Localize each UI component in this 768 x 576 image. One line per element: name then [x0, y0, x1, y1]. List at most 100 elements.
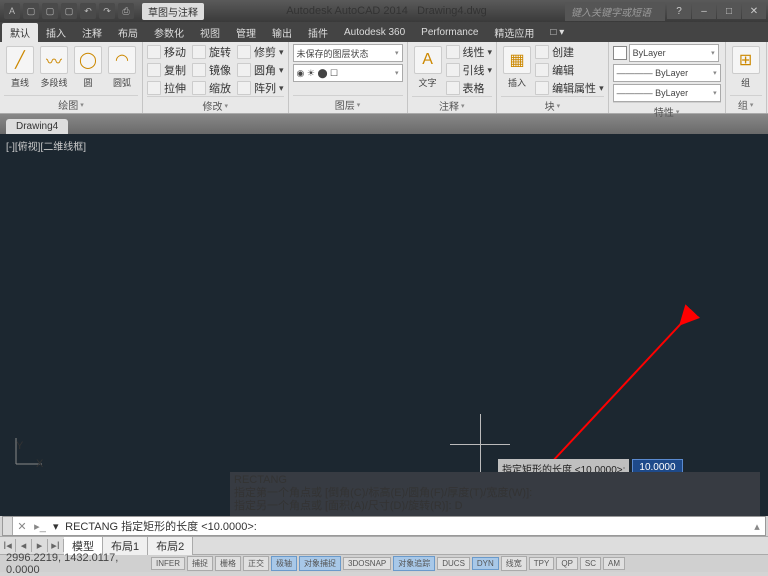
panel-group: ⊞组 组	[726, 42, 767, 113]
status-grid[interactable]: 栅格	[215, 556, 241, 571]
table-button[interactable]: 表格	[446, 80, 493, 96]
drawing-canvas[interactable]: [-][俯视][二维线框] 指定矩形的长度 <10.0000>: 10.0000…	[0, 134, 768, 516]
status-osnap[interactable]: 对象捕捉	[299, 556, 341, 571]
cmdline-grip[interactable]	[3, 517, 13, 535]
qat-new-icon[interactable]: ▢	[23, 3, 39, 19]
lineweight-dropdown[interactable]: ———— ByLayer	[613, 64, 721, 82]
tab-output[interactable]: 输出	[264, 23, 300, 42]
tab-manage[interactable]: 管理	[228, 23, 264, 42]
layer-dropdown[interactable]: ◉ ☀ ⬤ ☐	[293, 64, 403, 82]
status-3dosnap[interactable]: 3DOSNAP	[343, 557, 391, 570]
qat-open-icon[interactable]: ▢	[42, 3, 58, 19]
panel-label-modify[interactable]: 修改	[147, 96, 284, 114]
nav-first-icon[interactable]: I◂	[0, 539, 16, 552]
command-input[interactable]: ▾ RECTANG 指定矩形的长度 <10.0000>:	[49, 518, 749, 534]
trim-button[interactable]: 修剪▾	[237, 44, 284, 60]
nav-last-icon[interactable]: ▸I	[48, 539, 64, 552]
leader-button[interactable]: 引线▾	[446, 62, 493, 78]
file-tab[interactable]: Drawing4	[6, 119, 68, 134]
status-infer[interactable]: INFER	[151, 557, 185, 570]
coordinates-display[interactable]: 2996.2219, 1432.0117, 0.0000	[0, 552, 150, 576]
tab-performance[interactable]: Performance	[413, 25, 486, 40]
command-history: RECTANG 指定第一个角点或 [倒角(C)/标高(E)/圆角(F)/厚度(T…	[230, 472, 760, 516]
edit-attr-button[interactable]: 编辑属性▾	[535, 80, 604, 96]
panel-label-block[interactable]: 块	[501, 96, 604, 114]
status-sc[interactable]: SC	[580, 557, 601, 570]
tab-a360[interactable]: Autodesk 360	[336, 25, 413, 40]
copy-button[interactable]: 复制	[147, 62, 186, 78]
color-swatch[interactable]	[613, 46, 627, 60]
arc-button[interactable]: ◠圆弧	[106, 44, 138, 91]
qat-redo-icon[interactable]: ↷	[99, 3, 115, 19]
close-icon[interactable]: ✕	[742, 3, 766, 19]
layer-state-dropdown[interactable]: 未保存的图层状态	[293, 44, 403, 62]
status-am[interactable]: AM	[603, 557, 625, 570]
crosshair	[480, 414, 481, 474]
tab-extra[interactable]: □ ▾	[542, 25, 572, 40]
line-button[interactable]: ╱直线	[4, 44, 36, 91]
circle-button[interactable]: ◯圆	[72, 44, 104, 91]
nav-next-icon[interactable]: ▸	[32, 539, 48, 552]
command-line[interactable]: ✕ ▸_ ▾ RECTANG 指定矩形的长度 <10.0000>: ▴	[2, 516, 766, 536]
tab-annotate[interactable]: 注释	[74, 23, 110, 42]
group-button[interactable]: ⊞组	[730, 44, 762, 91]
fillet-button[interactable]: 圆角▾	[237, 62, 284, 78]
help-icon[interactable]: ?	[667, 3, 691, 19]
qat-print-icon[interactable]: ⎙	[118, 3, 134, 19]
annotation-arrow	[540, 304, 720, 474]
qat-save-icon[interactable]: ▢	[61, 3, 77, 19]
status-qp[interactable]: QP	[556, 557, 578, 570]
edit-block-button[interactable]: 编辑	[535, 62, 604, 78]
text-icon: A	[414, 46, 442, 74]
tab-insert[interactable]: 插入	[38, 23, 74, 42]
scale-button[interactable]: 缩放	[192, 80, 231, 96]
status-ducs[interactable]: DUCS	[437, 557, 470, 570]
cmdline-close-icon[interactable]: ✕	[13, 517, 31, 535]
cmdline-prompt-icon[interactable]: ▸_	[31, 517, 49, 535]
panel-label-group[interactable]: 组	[730, 95, 762, 113]
scale-icon	[192, 81, 206, 95]
copy-icon	[147, 63, 161, 77]
linear-dim-button[interactable]: 线性▾	[446, 44, 493, 60]
stretch-button[interactable]: 拉伸	[147, 80, 186, 96]
status-dyn[interactable]: DYN	[472, 557, 499, 570]
qat-undo-icon[interactable]: ↶	[80, 3, 96, 19]
status-lwt[interactable]: 线宽	[501, 556, 527, 571]
panel-label-properties[interactable]: 特性	[613, 102, 721, 120]
tab-featured[interactable]: 精选应用	[486, 23, 542, 42]
viewport-label[interactable]: [-][俯视][二维线框]	[6, 138, 86, 153]
status-otrack[interactable]: 对象追踪	[393, 556, 435, 571]
panel-label-draw[interactable]: 绘图	[4, 95, 138, 113]
insert-block-button[interactable]: ▦插入	[501, 44, 533, 91]
cmdline-expand-icon[interactable]: ▴	[749, 520, 765, 533]
history-line: 指定另一个角点或 [面积(A)/尺寸(D)/旋转(R)]: D	[234, 500, 756, 513]
panel-label-annotation[interactable]: 注释	[412, 96, 493, 114]
tab-layout[interactable]: 布局	[110, 23, 146, 42]
layout2-tab[interactable]: 布局2	[148, 537, 193, 555]
tab-view[interactable]: 视图	[192, 23, 228, 42]
linetype-dropdown[interactable]: ———— ByLayer	[613, 84, 721, 102]
workspace-label[interactable]: 草图与注释	[142, 3, 204, 20]
text-button[interactable]: A文字	[412, 44, 444, 91]
maximize-icon[interactable]: □	[717, 3, 741, 19]
color-dropdown[interactable]: ByLayer	[629, 44, 719, 62]
tab-parametric[interactable]: 参数化	[146, 23, 192, 42]
rotate-button[interactable]: 旋转	[192, 44, 231, 60]
status-ortho[interactable]: 正交	[243, 556, 269, 571]
create-block-button[interactable]: 创建	[535, 44, 604, 60]
panel-label-layers[interactable]: 图层	[293, 95, 403, 113]
status-polar[interactable]: 极轴	[271, 556, 297, 571]
move-button[interactable]: 移动	[147, 44, 186, 60]
array-button[interactable]: 阵列▾	[237, 80, 284, 96]
tab-plugins[interactable]: 插件	[300, 23, 336, 42]
polyline-button[interactable]: 〰多段线	[38, 44, 70, 91]
minimize-icon[interactable]: –	[692, 3, 716, 19]
help-search-input[interactable]: 键入关键字或短语	[565, 2, 665, 21]
status-snap[interactable]: 捕捉	[187, 556, 213, 571]
nav-prev-icon[interactable]: ◂	[16, 539, 32, 552]
linear-icon	[446, 45, 460, 59]
tab-default[interactable]: 默认	[2, 23, 38, 42]
mirror-button[interactable]: 镜像	[192, 62, 231, 78]
status-tpy[interactable]: TPY	[529, 557, 555, 570]
app-menu-icon[interactable]: A	[4, 3, 20, 19]
